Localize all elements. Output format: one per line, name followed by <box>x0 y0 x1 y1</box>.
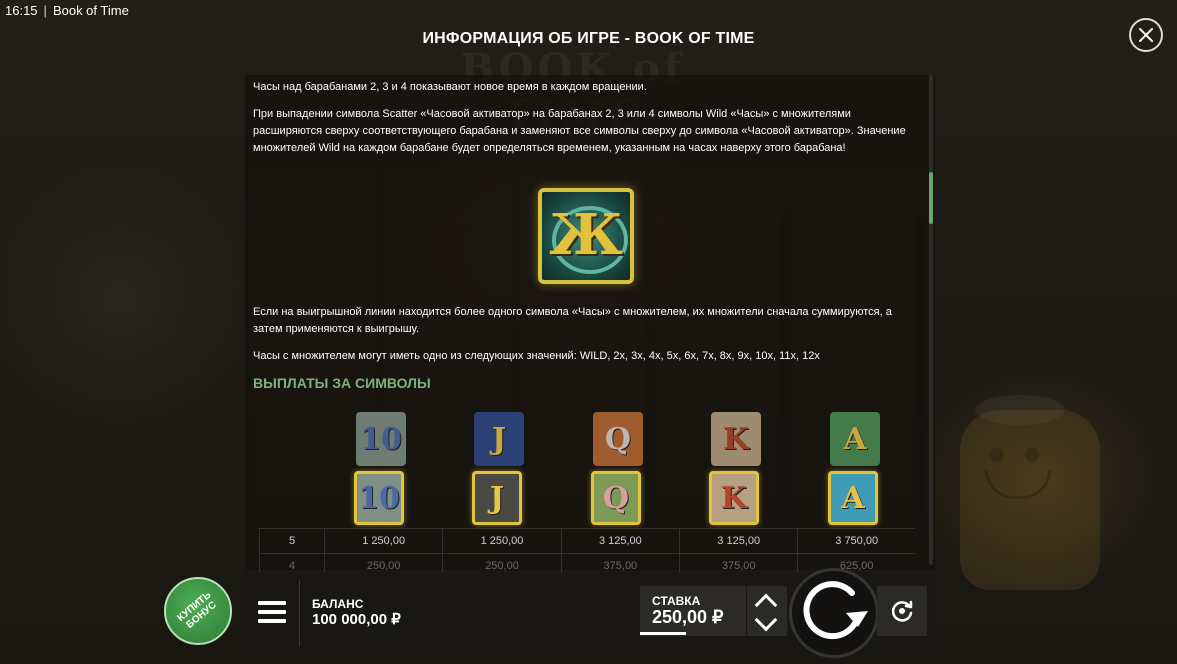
symbol-k-framed: K <box>709 471 759 525</box>
bet-value: 250,00 ₽ <box>652 607 724 627</box>
balance-label: БАЛАНС <box>312 597 364 611</box>
paytable-cell: 1 250,00 <box>323 528 443 554</box>
symbol-q-framed: Q <box>591 471 641 525</box>
mascot-eye <box>1025 448 1039 462</box>
menu-icon <box>258 610 286 614</box>
bet-indicator <box>640 632 686 635</box>
buy-bonus-button[interactable]: КУПИТЬ БОНУС <box>164 577 232 645</box>
close-button[interactable] <box>1129 18 1163 52</box>
symbol-10: 10 <box>356 412 406 466</box>
status-app-name: Book of Time <box>52 3 129 18</box>
payouts-heading: ВЫПЛАТЫ ЗА СИМВОЛЫ <box>253 375 431 391</box>
paytable-cell: 3 750,00 <box>797 528 915 554</box>
rules-paragraph-clocks: Часы над барабанами 2, 3 и 4 показывают … <box>253 81 647 93</box>
symbol-10-framed: 10 <box>354 471 404 525</box>
spin-button[interactable] <box>789 568 879 658</box>
autoplay-button[interactable] <box>877 586 927 636</box>
scrollbar-track[interactable] <box>929 75 933 565</box>
menu-icon <box>258 619 286 623</box>
symbol-a-framed: A <box>828 471 878 525</box>
page-title: ИНФОРМАЦИЯ ОБ ИГРЕ - BOOK OF TIME <box>422 30 755 47</box>
scrollbar-thumb[interactable] <box>929 172 933 224</box>
paytable-cell: 3 125,00 <box>560 528 680 554</box>
mascot-eye <box>990 448 1004 462</box>
menu-button[interactable] <box>258 601 286 623</box>
symbol-j-framed: J <box>472 471 522 525</box>
close-icon <box>1139 28 1153 42</box>
status-separator: | <box>43 3 47 18</box>
symbol-k: K <box>711 412 761 466</box>
symbol-j: J <box>474 412 524 466</box>
status-time: 16:15 <box>5 3 38 18</box>
rules-paragraph-scatter: При выпадении символа Scatter «Часовой а… <box>253 108 906 154</box>
buy-bonus-label: КУПИТЬ БОНУС <box>175 589 219 631</box>
wild-clock-symbol: Ж <box>538 188 634 284</box>
status-bar: 16:15 | Book of Time <box>5 3 129 18</box>
rules-paragraph-multipliers: Если на выигрышной линии находится более… <box>253 306 892 335</box>
bet-stepper[interactable] <box>747 586 787 636</box>
divider <box>299 580 300 646</box>
symbol-a: A <box>830 412 880 466</box>
paytable-cell: 3 125,00 <box>679 528 798 554</box>
bet-label: СТАВКА <box>652 594 701 608</box>
background-mascot <box>960 410 1100 590</box>
spin-icon <box>803 581 868 640</box>
paytable-row: 5 1 250,00 1 250,00 3 125,00 3 125,00 3 … <box>259 528 915 554</box>
balance-value: 100 000,00 ₽ <box>312 611 401 628</box>
chevron-down-icon[interactable] <box>754 608 778 632</box>
paytable-count: 5 <box>259 528 325 554</box>
symbol-q: Q <box>593 412 643 466</box>
autoplay-icon <box>891 600 913 622</box>
paytable-cell: 1 250,00 <box>442 528 562 554</box>
rules-paragraph-values: Часы с множителем могут иметь одно из сл… <box>253 350 820 362</box>
wild-letter: Ж <box>549 202 623 268</box>
menu-icon <box>258 601 286 605</box>
